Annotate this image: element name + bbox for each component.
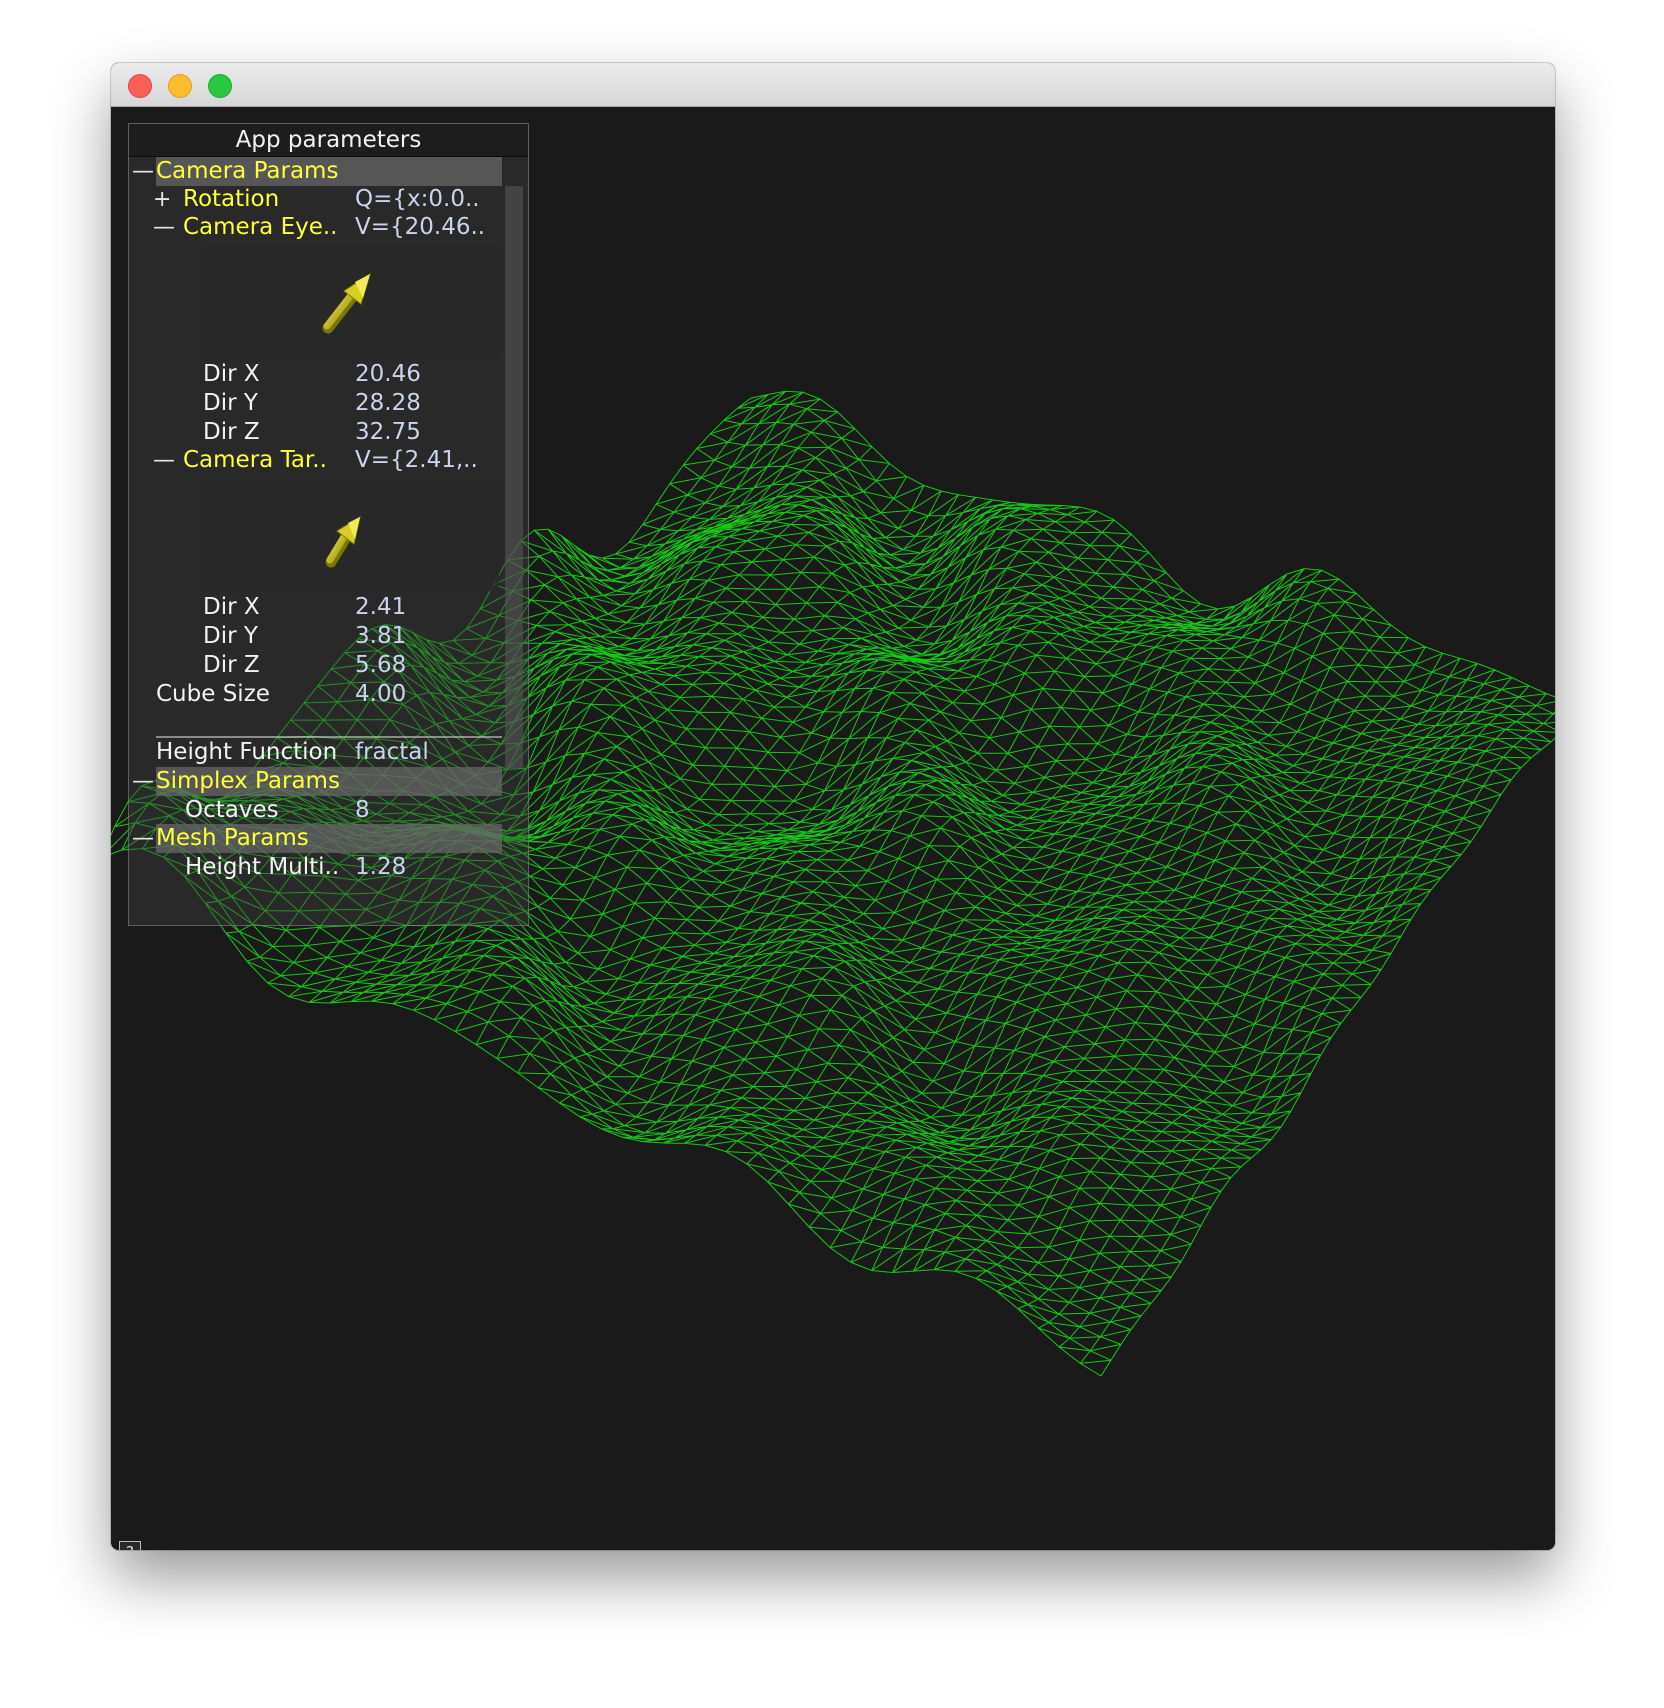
collapse-icon[interactable]: — — [132, 824, 154, 853]
param-rotation[interactable]: + Rotation Q={x:0.0.. — [129, 185, 505, 214]
tweak-bar-panel[interactable]: App parameters — Camera Params + Rotatio… — [128, 123, 529, 926]
param-value[interactable]: 4.00 — [355, 680, 406, 709]
param-value[interactable]: 3.81 — [355, 622, 406, 651]
direction-arrow-icon — [325, 515, 361, 568]
param-label: Camera Tar.. — [183, 447, 327, 473]
param-label: Dir X — [203, 594, 260, 620]
param-value[interactable]: Q={x:0.0.. — [355, 185, 480, 214]
expand-icon[interactable]: + — [153, 185, 171, 214]
param-label: Octaves — [185, 797, 279, 823]
group-label: Simplex Params — [156, 768, 340, 794]
param-eye-dir-x[interactable]: Dir X 20.46 — [129, 360, 505, 389]
zoom-button[interactable] — [208, 74, 232, 98]
group-mesh-params[interactable]: — Mesh Params — [129, 824, 505, 853]
param-eye-dir-y[interactable]: Dir Y 28.28 — [129, 389, 505, 418]
help-icon[interactable]: ? — [119, 1541, 141, 1550]
param-label: Cube Size — [156, 681, 270, 707]
param-value[interactable]: V={20.46.. — [355, 213, 485, 242]
param-value[interactable]: fractal — [355, 738, 429, 767]
param-camera-target[interactable]: — Camera Tar.. V={2.41,.. — [129, 446, 505, 475]
param-octaves[interactable]: Octaves 8 — [129, 796, 505, 825]
param-eye-dir-z[interactable]: Dir Z 32.75 — [129, 418, 505, 447]
group-simplex-params[interactable]: — Simplex Params — [129, 767, 505, 796]
collapse-icon[interactable]: — — [132, 157, 154, 186]
param-height-function[interactable]: Height Function fractal — [129, 738, 505, 767]
group-header: Camera Params — [156, 157, 502, 186]
param-label: Height Multi.. — [185, 854, 340, 880]
tweak-bar-title[interactable]: App parameters — [129, 124, 528, 157]
param-value[interactable]: V={2.41,.. — [355, 446, 478, 475]
camera-target-direction-widget[interactable] — [203, 479, 499, 591]
collapse-icon[interactable]: — — [132, 767, 154, 796]
param-value[interactable]: 5.68 — [355, 651, 406, 680]
param-value[interactable]: 20.46 — [355, 360, 421, 389]
param-label: Height Function — [156, 739, 338, 765]
param-label: Dir Y — [203, 390, 258, 416]
group-label: Camera Params — [156, 158, 339, 184]
param-target-dir-z[interactable]: Dir Z 5.68 — [129, 651, 505, 680]
param-value[interactable]: 1.28 — [355, 853, 406, 882]
group-label: Mesh Params — [156, 825, 309, 851]
minimize-button[interactable] — [168, 74, 192, 98]
param-label: Dir X — [203, 361, 260, 387]
param-target-dir-y[interactable]: Dir Y 3.81 — [129, 622, 505, 651]
param-label: Camera Eye.. — [183, 214, 338, 240]
collapse-icon[interactable]: — — [153, 446, 175, 475]
app-window: App parameters — Camera Params + Rotatio… — [111, 63, 1555, 1550]
param-value[interactable]: 28.28 — [355, 389, 421, 418]
direction-arrow-icon — [322, 272, 371, 334]
param-height-multiplier[interactable]: Height Multi.. 1.28 — [129, 853, 505, 882]
param-label: Dir Z — [203, 652, 260, 678]
param-label: Rotation — [183, 186, 280, 212]
camera-eye-direction-widget[interactable] — [203, 246, 499, 358]
group-camera-params[interactable]: — Camera Params — [129, 157, 505, 186]
collapse-icon[interactable]: — — [153, 213, 175, 242]
close-button[interactable] — [128, 74, 152, 98]
param-value[interactable]: 8 — [355, 796, 370, 825]
param-target-dir-x[interactable]: Dir X 2.41 — [129, 593, 505, 622]
param-value[interactable]: 2.41 — [355, 593, 406, 622]
group-header: Simplex Params — [156, 767, 502, 796]
tweak-bar-scrollbar[interactable] — [505, 186, 523, 768]
param-label: Dir Z — [203, 419, 260, 445]
render-viewport[interactable]: App parameters — Camera Params + Rotatio… — [111, 107, 1555, 1550]
param-value[interactable]: 32.75 — [355, 418, 421, 447]
param-cube-size[interactable]: Cube Size 4.00 — [129, 680, 505, 709]
title-bar — [111, 63, 1555, 107]
param-label: Dir Y — [203, 623, 258, 649]
param-camera-eye[interactable]: — Camera Eye.. V={20.46.. — [129, 213, 505, 242]
group-header: Mesh Params — [156, 824, 502, 853]
